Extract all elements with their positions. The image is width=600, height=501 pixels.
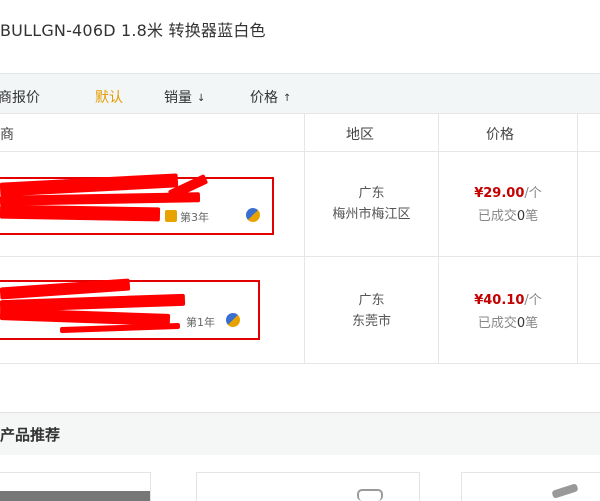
price-unit: /个 bbox=[524, 186, 542, 201]
tab-price[interactable]: 价格 ↑ bbox=[250, 87, 291, 107]
product-card[interactable] bbox=[0, 472, 151, 501]
region-city: 梅州市梅江区 bbox=[332, 207, 411, 222]
product-thumbnail bbox=[551, 483, 579, 499]
region-city: 东莞市 bbox=[351, 314, 391, 329]
tab-sales-label: 销量 bbox=[164, 90, 192, 106]
tab-default[interactable]: 默认 bbox=[95, 87, 123, 107]
product-thumbnail bbox=[357, 489, 383, 501]
sold-count: 已成交0笔 bbox=[439, 205, 577, 224]
price-cell: ¥29.00/个 bbox=[439, 182, 577, 201]
tab-default-label: 默认 bbox=[95, 90, 123, 106]
column-region: 地区 bbox=[346, 127, 374, 143]
sort-tab-bar: 商报价 默认 销量 ↓ 价格 ↑ bbox=[0, 73, 600, 114]
sold-count: 已成交0笔 bbox=[439, 312, 577, 331]
unit-price: ¥40.10 bbox=[474, 293, 525, 308]
tab-merchant-quotes-label: 商报价 bbox=[0, 90, 40, 106]
merchant-cell-redacted[interactable]: 第3年 bbox=[0, 150, 300, 256]
region-province: 广东 bbox=[358, 293, 385, 308]
recommend-title: 产品推荐 bbox=[0, 426, 61, 444]
table-header: 商 地区 价格 bbox=[0, 113, 600, 152]
sold-number: 0 bbox=[516, 209, 526, 224]
tab-merchant-quotes[interactable]: 商报价 bbox=[0, 87, 40, 107]
sold-number: 0 bbox=[516, 316, 526, 331]
membership-badge-icon bbox=[165, 210, 177, 222]
arrow-down-icon: ↓ bbox=[197, 93, 206, 104]
price-unit: /个 bbox=[524, 293, 542, 308]
membership-years: 第3年 bbox=[180, 211, 209, 224]
trust-shield-icon bbox=[246, 208, 260, 222]
sold-suffix: 笔 bbox=[525, 209, 539, 224]
membership-years: 第1年 bbox=[186, 316, 215, 329]
product-card[interactable] bbox=[461, 472, 600, 501]
table-row: 第1年 广东 东莞市 ¥40.10/个 已成交0笔 bbox=[0, 257, 600, 364]
column-price: 价格 bbox=[486, 127, 514, 143]
recommend-section-header: 产品推荐 bbox=[0, 412, 600, 455]
sold-prefix: 已成交 bbox=[477, 209, 517, 224]
product-title: BULLGN-406D 1.8米 转换器蓝白色 bbox=[0, 21, 266, 40]
tab-sales[interactable]: 销量 ↓ bbox=[164, 87, 205, 107]
tab-price-label: 价格 bbox=[250, 90, 278, 106]
region-province: 广东 bbox=[358, 186, 385, 201]
trust-shield-icon bbox=[226, 313, 240, 327]
sold-prefix: 已成交 bbox=[477, 316, 517, 331]
table-row: 第3年 广东 梅州市梅江区 ¥29.00/个 已成交0笔 bbox=[0, 150, 600, 257]
merchant-cell-redacted[interactable]: 第1年 bbox=[0, 257, 300, 363]
arrow-up-icon: ↑ bbox=[283, 93, 292, 104]
column-merchant: 商 bbox=[0, 127, 14, 143]
sold-suffix: 笔 bbox=[525, 316, 539, 331]
unit-price: ¥29.00 bbox=[474, 186, 525, 201]
price-cell: ¥40.10/个 bbox=[439, 289, 577, 308]
product-card[interactable] bbox=[196, 472, 420, 501]
redaction-mark bbox=[0, 204, 161, 222]
